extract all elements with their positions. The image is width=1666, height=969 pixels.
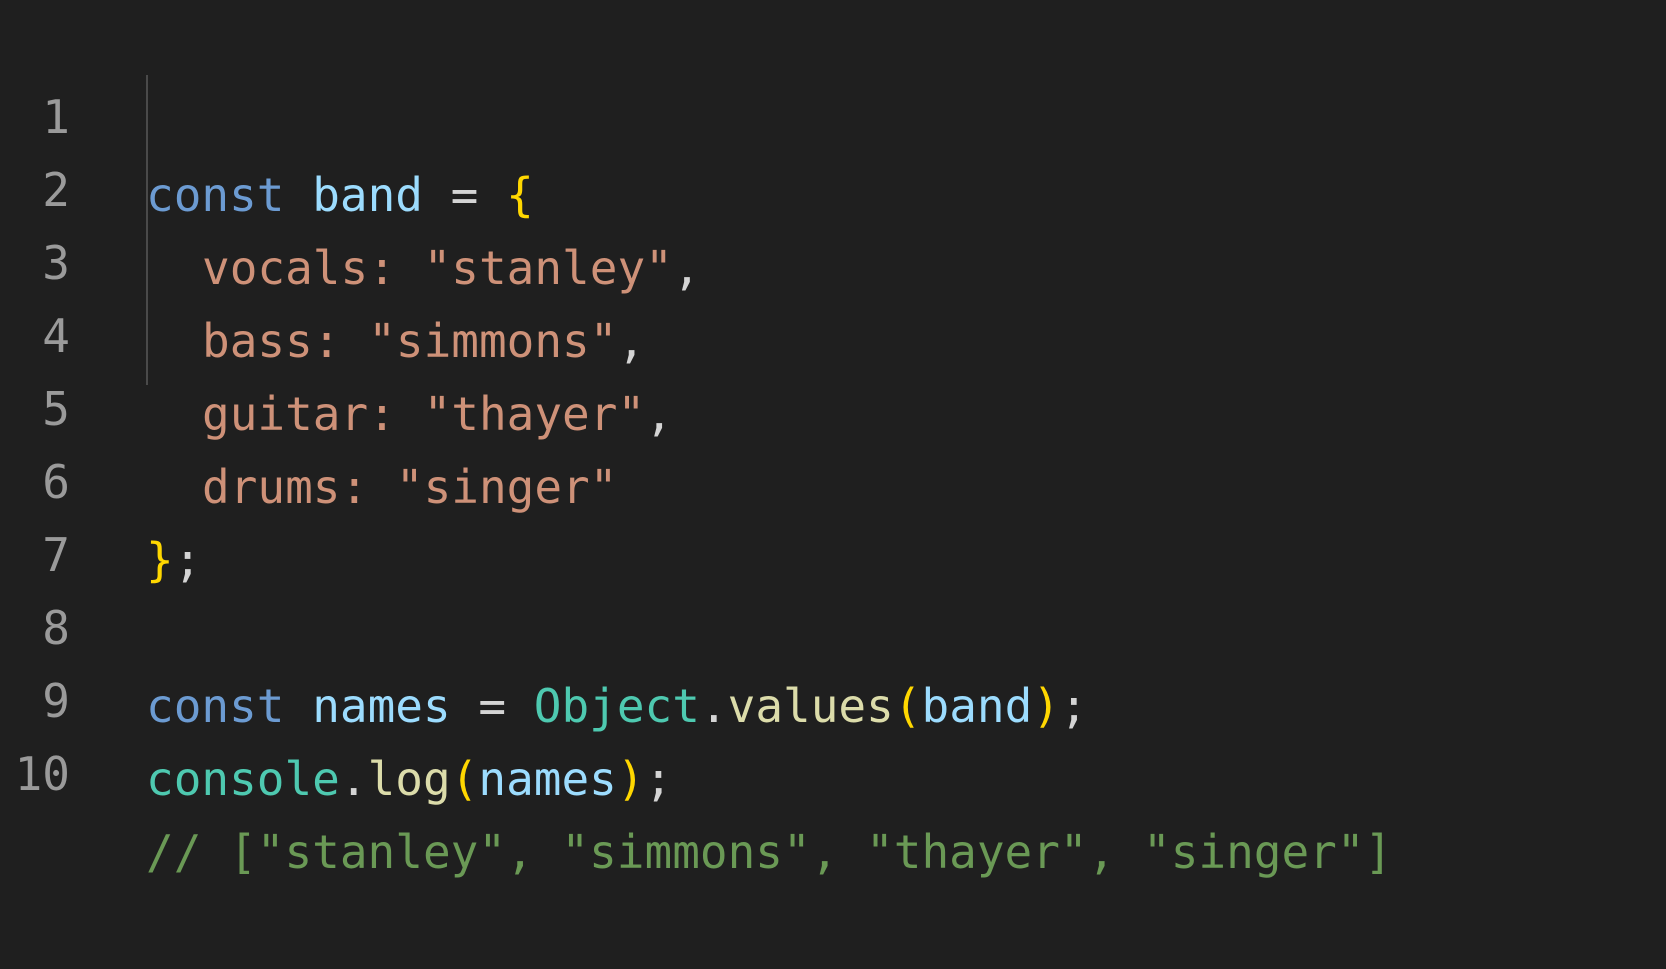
code-line-7[interactable]: 7 xyxy=(0,438,1666,582)
code-line-3[interactable]: 3 bass: "simmons", xyxy=(0,146,1666,368)
function-log: log xyxy=(367,752,451,806)
semicolon: ; xyxy=(644,752,673,806)
code-content: // ["stanley", "simmons", "thayer", "sin… xyxy=(146,813,1392,891)
code-line-1[interactable]: 1 const band = { xyxy=(0,0,1666,222)
code-line-6[interactable]: 6 }; xyxy=(0,365,1666,587)
code-content: console.log(names); xyxy=(146,740,672,818)
comment: // ["stanley", "simmons", "thayer", "sin… xyxy=(146,825,1393,879)
close-paren: ) xyxy=(616,752,645,806)
dot: . xyxy=(339,752,368,806)
code-line-5[interactable]: 5 drums: "singer" xyxy=(0,292,1666,514)
code-line-8[interactable]: 8 const names = Object.values(band); xyxy=(0,511,1666,733)
code-line-4[interactable]: 4 guitar: "thayer", xyxy=(0,219,1666,441)
argument-names: names xyxy=(478,752,617,806)
code-editor[interactable]: 1 const band = { 2 vocals: "stanley", 3 … xyxy=(0,0,1666,879)
open-paren: ( xyxy=(450,752,479,806)
object-console: console xyxy=(146,752,340,806)
code-line-2[interactable]: 2 vocals: "stanley", xyxy=(0,73,1666,295)
code-line-9[interactable]: 9 console.log(names); xyxy=(0,584,1666,806)
code-line-10[interactable]: 10 // ["stanley", "simmons", "thayer", "… xyxy=(0,657,1666,879)
line-number: 10 xyxy=(14,747,70,801)
